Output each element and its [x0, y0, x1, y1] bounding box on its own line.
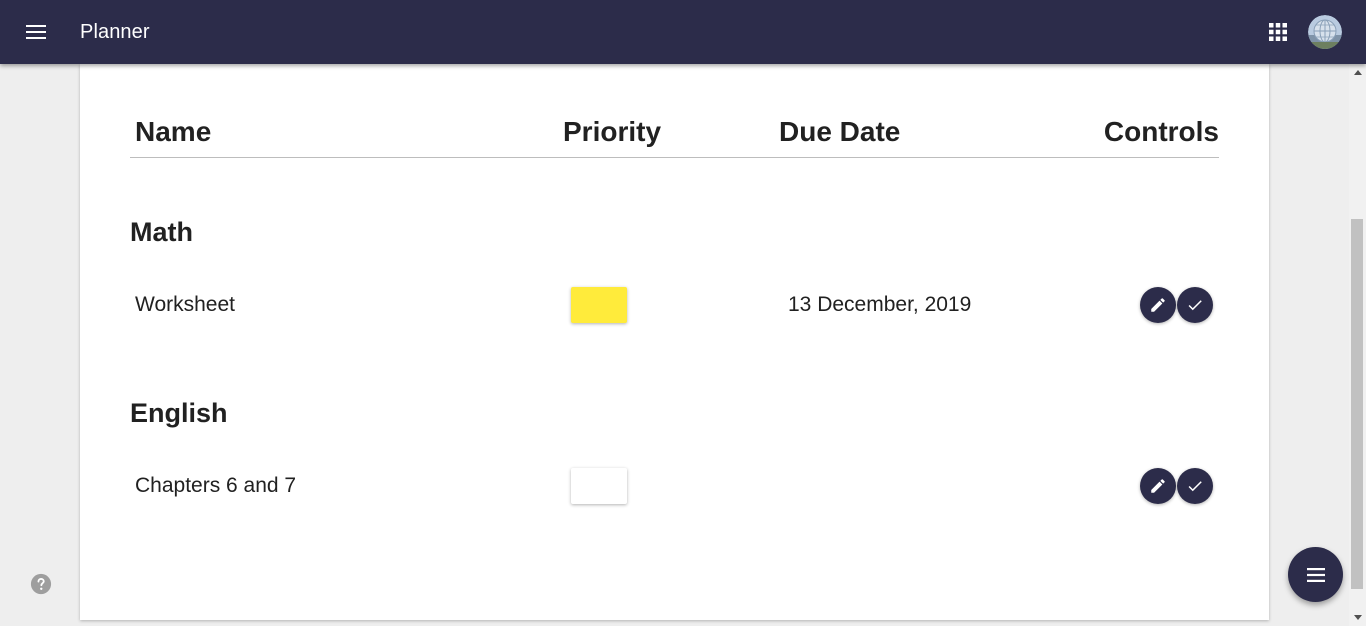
priority-swatch[interactable] [571, 468, 627, 504]
caret-up-icon [1353, 70, 1362, 75]
task-name: Worksheet [135, 293, 235, 316]
edit-icon [1151, 479, 1165, 493]
scroll-thumb[interactable] [1351, 219, 1363, 589]
help-button[interactable] [30, 573, 52, 595]
apps-button[interactable] [1262, 16, 1294, 48]
header-priority: Priority [563, 116, 662, 147]
priority-swatch[interactable] [571, 287, 627, 323]
header-due-date: Due Date [779, 116, 901, 147]
group-title-english: English [130, 398, 228, 428]
check-icon [1188, 300, 1202, 311]
menu-button[interactable] [20, 16, 52, 48]
table-header: Name Priority Due Date Controls [130, 112, 1219, 158]
table-row: Chapters 6 and 7 [130, 466, 1219, 506]
complete-task-button[interactable] [1177, 468, 1213, 504]
edit-task-button[interactable] [1140, 468, 1176, 504]
floating-menu-button[interactable] [1288, 547, 1343, 602]
menu-icon [26, 25, 46, 39]
edit-icon [1151, 298, 1165, 312]
app-bar: Planner [0, 0, 1366, 64]
group-title-math: Math [130, 217, 193, 247]
caret-down-icon [1353, 615, 1362, 620]
table-row: Worksheet 13 December, 2019 [130, 285, 1219, 325]
app-title: Planner [80, 21, 150, 43]
task-due-date: 13 December, 2019 [788, 293, 972, 316]
user-avatar[interactable] [1308, 15, 1342, 49]
help-icon [30, 573, 52, 595]
scroll-up-arrow[interactable] [1349, 64, 1366, 81]
check-icon [1188, 481, 1202, 492]
complete-task-button[interactable] [1177, 287, 1213, 323]
header-controls: Controls [1103, 116, 1219, 147]
edit-task-button[interactable] [1140, 287, 1176, 323]
task-table-card: Name Priority Due Date Controls Math Wor… [80, 64, 1269, 620]
vertical-scrollbar[interactable] [1349, 64, 1366, 626]
apps-grid-icon [1269, 23, 1287, 41]
scroll-down-arrow[interactable] [1349, 609, 1366, 626]
task-name: Chapters 6 and 7 [135, 474, 297, 497]
header-name: Name [135, 116, 212, 147]
list-menu-icon [1306, 567, 1325, 582]
